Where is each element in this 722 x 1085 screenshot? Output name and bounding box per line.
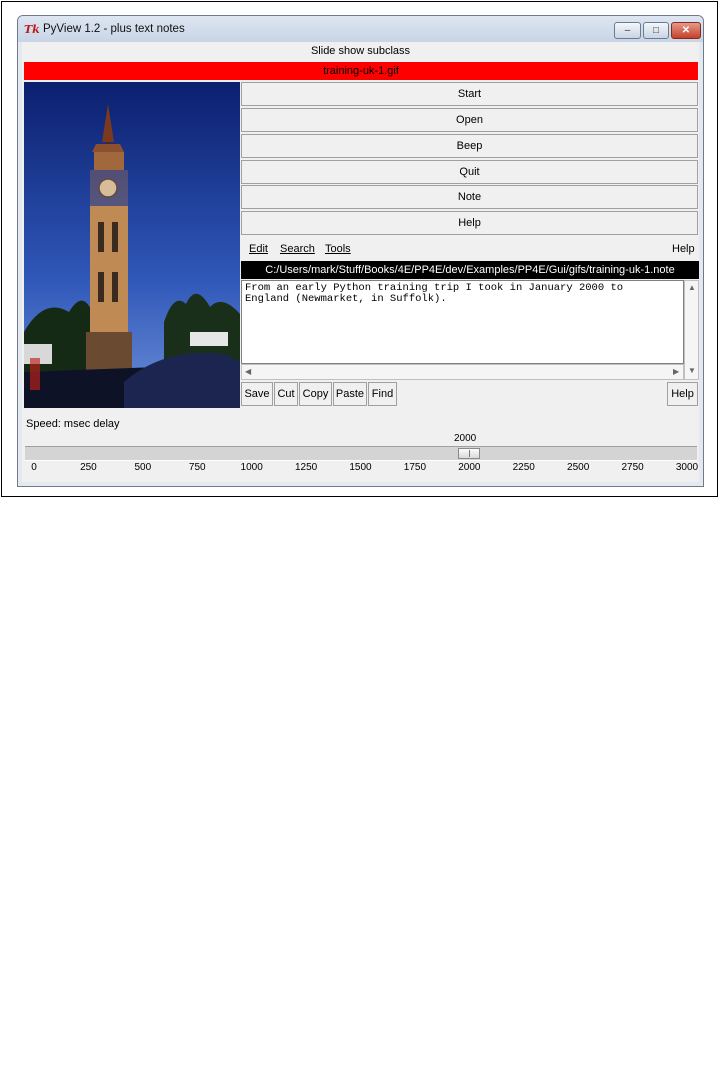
pyview-window: Tk PyView 1.2 - plus text notes – □ ✕ Sl… — [17, 15, 704, 487]
menu-edit[interactable]: Edit — [249, 243, 268, 255]
start-button[interactable]: Start — [241, 82, 698, 106]
speed-tick-label: 500 — [134, 462, 152, 473]
speed-tick-label: 1250 — [294, 462, 318, 473]
scroll-left-icon[interactable]: ◀ — [245, 367, 251, 376]
maximize-icon: □ — [652, 25, 660, 36]
window-title: PyView 1.2 - plus text notes — [43, 23, 185, 35]
speed-tick-label: 2000 — [458, 462, 481, 473]
speed-label: Speed: msec delay — [26, 418, 120, 430]
vertical-scrollbar[interactable]: ▲ ▼ — [684, 280, 699, 380]
menu-search[interactable]: Search — [280, 243, 315, 255]
speed-tick-label: 250 — [80, 462, 97, 473]
note-text-area[interactable]: From an early Python training trip I too… — [241, 280, 684, 364]
speed-tick-label: 2250 — [512, 462, 535, 473]
maximize-button[interactable]: □ — [643, 22, 669, 39]
editor-menubar: Edit Search Tools Help — [241, 238, 698, 260]
open-button[interactable]: Open — [241, 108, 698, 132]
scroll-down-icon[interactable]: ▼ — [688, 366, 696, 375]
editor-toolbar: Save Cut Copy Paste Find Help — [241, 382, 699, 408]
menu-edit-label: Edit — [249, 243, 268, 255]
quit-button[interactable]: Quit — [241, 160, 698, 184]
slideshow-subtitle: Slide show subclass — [310, 45, 411, 57]
speed-tick-label: 2500 — [567, 462, 590, 473]
minimize-icon: – — [624, 25, 631, 36]
note-file-path: C:/Users/mark/Stuff/Books/4E/PP4E/dev/Ex… — [241, 261, 699, 279]
save-button[interactable]: Save — [241, 382, 273, 406]
close-icon: ✕ — [681, 25, 691, 36]
speed-tick-label: 2750 — [621, 462, 644, 473]
speed-tick-label: 0 — [31, 462, 37, 473]
toolbar-help-button[interactable]: Help — [667, 382, 698, 406]
speed-tick-label: 750 — [188, 462, 206, 473]
note-button[interactable]: Note — [241, 185, 698, 209]
speed-tick-label: 1000 — [240, 462, 263, 473]
speed-tick-label: 1500 — [349, 462, 372, 473]
find-button[interactable]: Find — [368, 382, 397, 406]
minimize-button[interactable]: – — [614, 22, 641, 39]
image-filename-label: training-uk-1.gif — [24, 62, 698, 80]
speed-tick-label: 1750 — [403, 462, 427, 473]
help-button[interactable]: Help — [241, 211, 698, 235]
title-bar[interactable]: Tk PyView 1.2 - plus text notes – □ ✕ — [18, 16, 703, 42]
paste-button[interactable]: Paste — [333, 382, 367, 406]
speed-tick-label: 3000 — [675, 462, 699, 473]
speed-slider-thumb[interactable] — [458, 448, 481, 459]
scroll-up-icon[interactable]: ▲ — [688, 283, 696, 292]
menu-tools[interactable]: Tools — [325, 243, 351, 255]
client-area: Slide show subclass training-uk-1.gif St… — [22, 42, 699, 482]
close-button[interactable]: ✕ — [671, 22, 701, 39]
menu-search-label: Search — [280, 243, 315, 255]
beep-button[interactable]: Beep — [241, 134, 698, 158]
slideshow-image — [24, 82, 240, 408]
speed-slider[interactable] — [25, 446, 697, 461]
copy-button[interactable]: Copy — [299, 382, 332, 406]
speed-value-label: 2000 — [454, 433, 477, 444]
horizontal-scrollbar[interactable]: ◀ ▶ — [241, 364, 684, 380]
note-text-line: England (Newmarket, in Suffolk). — [245, 293, 447, 305]
tk-app-icon: Tk — [24, 23, 40, 36]
scroll-right-icon[interactable]: ▶ — [673, 367, 679, 376]
cut-button[interactable]: Cut — [274, 382, 298, 406]
menu-help[interactable]: Help — [672, 243, 695, 255]
menu-tools-label: Tools — [325, 243, 351, 255]
